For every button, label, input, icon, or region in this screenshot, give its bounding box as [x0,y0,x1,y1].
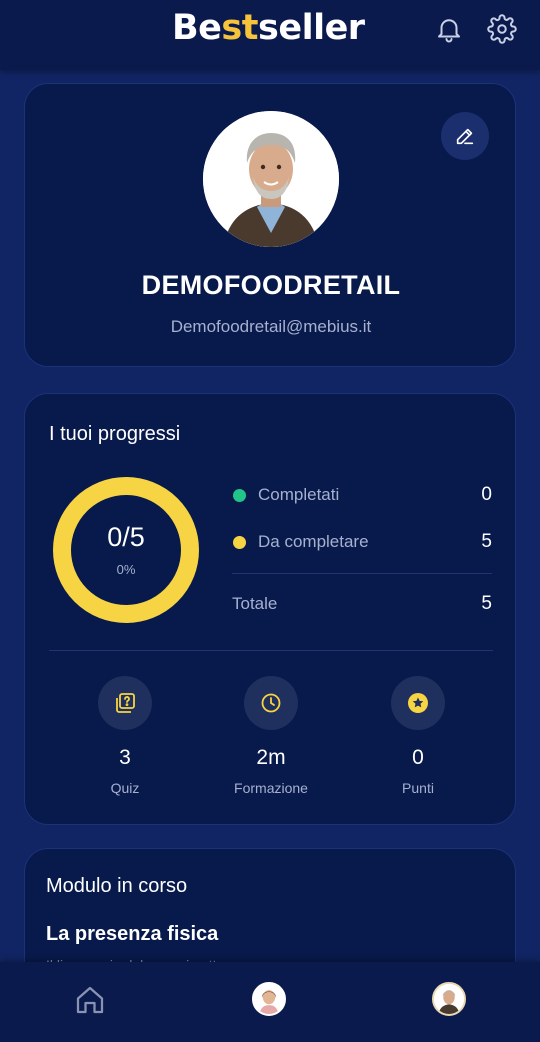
profile-avatar-nav[interactable] [432,982,468,1018]
stat-quiz[interactable]: 3 Quiz [65,676,185,796]
star-icon [391,676,445,730]
home-icon[interactable] [72,982,108,1018]
stat-value: 0 [412,746,424,769]
clock-icon [244,676,298,730]
app-header: Bestseller [0,0,540,70]
pencil-icon [456,128,474,145]
edit-profile-button[interactable] [441,112,489,160]
legend-label: Da completare [258,532,369,551]
total-count: 5 [481,593,492,614]
legend-completed: Completati 0 [232,483,492,507]
profile-card: DEMOFOODRETAIL Demofoodretail@mebius.it [24,83,516,367]
divider [49,650,493,651]
profile-name: DEMOFOODRETAIL [141,270,401,300]
gear-icon[interactable] [487,14,517,44]
stat-label: Punti [402,780,434,796]
progress-ring-percent: 0% [116,562,136,577]
stat-label: Quiz [110,780,140,796]
profile-avatar [203,111,339,247]
progress-ring-value: 0/5 [107,522,145,552]
divider [232,573,492,574]
total-label: Totale [232,594,278,613]
legend-label: Completati [258,485,340,504]
legend-total: Totale 5 [232,592,492,616]
stat-points[interactable]: 0 Punti [358,676,478,796]
module-section-title: Modulo in corso [46,875,188,897]
stat-label: Formazione [234,780,308,796]
module-name: La presenza fisica [46,923,219,945]
assistant-avatar[interactable] [252,982,288,1018]
legend-to-complete: Da completare 5 [232,530,492,554]
yellow-dot-icon [233,536,246,549]
bottom-navigation [0,962,540,1042]
stat-value: 2m [256,746,286,769]
legend-count: 0 [481,484,492,505]
progress-card: I tuoi progressi 0/5 0% Completati 0 Da … [24,393,516,825]
profile-email: Demofoodretail@mebius.it [170,317,372,336]
progress-title: I tuoi progressi [49,423,181,445]
stat-value: 3 [119,746,131,769]
legend-count: 5 [481,531,492,552]
bestseller-logo: Bestseller [172,8,365,48]
quiz-icon [98,676,152,730]
bell-icon[interactable] [434,14,464,44]
stat-training[interactable]: 2m Formazione [211,676,331,796]
green-dot-icon [233,489,246,502]
